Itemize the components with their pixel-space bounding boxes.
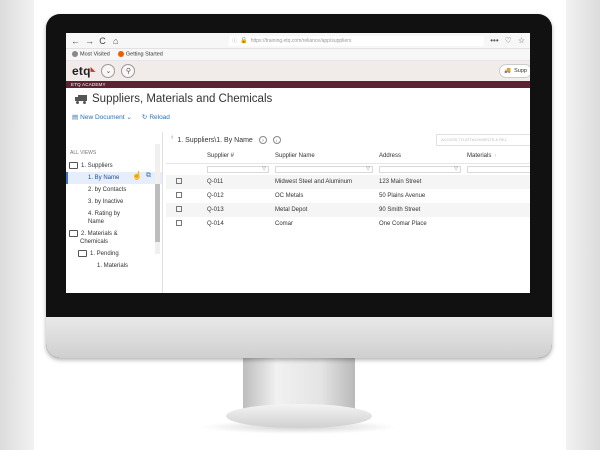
- main-panel: ‹ 1. Suppliers\1. By Name ? i ACCESS TO …: [166, 132, 530, 293]
- column-header-materials[interactable]: Materials ↑: [464, 148, 530, 164]
- table-row[interactable]: Q-012 OC Metals 50 Plains Avenue: [166, 189, 530, 203]
- reload-view-button[interactable]: ↻ Reload: [142, 113, 170, 121]
- refresh-icon: ↻: [141, 113, 148, 121]
- page-title: Suppliers, Materials and Chemicals: [92, 93, 273, 105]
- bookmark-most-visited[interactable]: Most Visited: [72, 51, 110, 58]
- menu-chevron-button[interactable]: ⌄: [101, 64, 116, 78]
- sidebar-item-pending[interactable]: 1. Pending: [66, 248, 162, 260]
- filter-input-supplier-number[interactable]: ▽: [207, 166, 269, 173]
- bookmark-star-icon[interactable]: ☆: [518, 36, 525, 45]
- filter-input-supplier-name[interactable]: ▽: [275, 166, 373, 173]
- firefox-icon: [117, 51, 124, 58]
- column-header-supplier-name[interactable]: Supplier Name: [272, 148, 376, 164]
- data-grid: Supplier # Supplier Name Address Materia…: [166, 148, 530, 293]
- breadcrumb-row: ‹ 1. Suppliers\1. By Name ? i ACCESS TO …: [166, 132, 530, 148]
- page-title-row: Suppliers, Materials and Chemicals: [66, 88, 530, 110]
- row-checkbox[interactable]: [176, 178, 182, 184]
- lock-icon: 🔒: [240, 38, 248, 44]
- reload-button[interactable]: C: [99, 36, 106, 46]
- views-sidebar: ALL VIEWS 1. Suppliers 1. By Name ☝ ⧉ 2.…: [66, 132, 163, 293]
- sidebar-scrollbar[interactable]: [155, 144, 160, 254]
- url-text: https://training.etq.com/reliance/app/su…: [250, 37, 352, 44]
- sidebar-item-by-contacts[interactable]: 2. by Contacts: [66, 184, 162, 196]
- browser-toolbar: ← → C ⌂ ⓘ 🔒 https://training.etq.com/rel…: [66, 33, 530, 49]
- filter-icon[interactable]: ▽: [454, 166, 458, 172]
- folder-icon: [69, 230, 78, 238]
- home-button[interactable]: ⌂: [112, 36, 119, 46]
- screen: ← → C ⌂ ⓘ 🔒 https://training.etq.com/rel…: [66, 33, 530, 293]
- search-icon: ⚲: [125, 68, 131, 75]
- document-icon: ▤: [72, 113, 79, 121]
- truck-icon: [75, 95, 87, 104]
- copy-link-icon[interactable]: ⧉: [146, 172, 151, 180]
- pocket-icon[interactable]: ♡: [505, 36, 512, 45]
- grid-search-input[interactable]: ACCESS TO ATTACHMENTS & REL: [436, 134, 530, 146]
- page-actions-icon[interactable]: •••: [490, 36, 498, 45]
- bookmark-getting-started[interactable]: Getting Started: [117, 51, 163, 58]
- table-row[interactable]: Q-014 Comar One Comar Place: [166, 217, 530, 231]
- monitor-chin: [46, 317, 552, 358]
- scrollbar-thumb[interactable]: [155, 184, 160, 242]
- document-toolbar: ▤ New Document ⌄ ↻ Reload: [66, 110, 530, 123]
- forward-button[interactable]: →: [85, 36, 94, 46]
- content-area: ALL VIEWS 1. Suppliers 1. By Name ☝ ⧉ 2.…: [66, 132, 530, 293]
- sidebar-item-materials-chemicals[interactable]: 2. Materials & Chemicals: [66, 228, 162, 248]
- chevron-down-icon: ⌄: [105, 68, 112, 75]
- filter-icon[interactable]: ▽: [262, 166, 266, 172]
- sidebar-item-suppliers[interactable]: 1. Suppliers: [66, 160, 162, 172]
- column-header-supplier-number[interactable]: Supplier #: [204, 148, 272, 164]
- app-header: etq◣ ⌄ ⚲ 🚚 Supp: [66, 61, 530, 81]
- academy-bar: ETQ ACADEMY: [66, 81, 530, 88]
- sidebar-item-by-inactive[interactable]: 3. by Inactive: [66, 196, 162, 208]
- sidebar-item-by-name[interactable]: 1. By Name ☝ ⧉: [66, 171, 162, 185]
- folder-icon: [78, 250, 87, 258]
- sidebar-item-rating-by-name[interactable]: 4. Rating by Name: [66, 208, 162, 228]
- background-left-shade: [0, 0, 34, 450]
- select-column-header: [166, 148, 204, 164]
- new-document-button[interactable]: ▤ New Document ⌄: [72, 113, 132, 121]
- truck-icon: 🚚: [504, 68, 512, 74]
- row-checkbox[interactable]: [176, 206, 182, 212]
- hand-cursor-icon: ☝: [132, 171, 142, 181]
- chevron-down-icon: ⌄: [126, 113, 132, 121]
- background-right-shade: [566, 0, 600, 450]
- breadcrumb: 1. Suppliers\1. By Name: [177, 136, 253, 144]
- search-button[interactable]: ⚲: [121, 64, 136, 78]
- address-bar[interactable]: ⓘ 🔒 https://training.etq.com/reliance/ap…: [229, 35, 485, 46]
- sort-icon: ↑: [494, 152, 497, 159]
- help-icon[interactable]: ?: [258, 136, 267, 144]
- monitor-stand-neck: [243, 358, 355, 410]
- suppliers-table: Supplier # Supplier Name Address Materia…: [166, 148, 530, 231]
- monitor-stand-base: [226, 404, 372, 428]
- sidebar-item-materials[interactable]: 1. Materials: [66, 260, 162, 272]
- info-icon: ⓘ: [232, 38, 238, 44]
- column-header-address[interactable]: Address: [376, 148, 464, 164]
- row-checkbox[interactable]: [176, 192, 182, 198]
- gear-icon: [72, 51, 78, 58]
- module-pill[interactable]: 🚚 Supp: [499, 64, 530, 78]
- table-row[interactable]: Q-011 Midwest Steel and Aluminum 123 Mai…: [166, 175, 530, 189]
- row-checkbox[interactable]: [176, 220, 182, 226]
- info-icon[interactable]: i: [272, 136, 281, 144]
- folder-icon: [69, 162, 78, 169]
- etq-logo[interactable]: etq◣: [72, 64, 95, 78]
- table-row[interactable]: Q-013 Metal Depot 90 Smith Street: [166, 203, 530, 217]
- filter-input-address[interactable]: ▽: [379, 166, 461, 173]
- back-button[interactable]: ←: [71, 36, 80, 46]
- collapse-chevron-icon[interactable]: ‹: [171, 134, 173, 141]
- filter-icon[interactable]: ▽: [366, 166, 370, 172]
- bookmarks-bar: Most Visited Getting Started: [66, 49, 530, 61]
- filter-input-materials[interactable]: [467, 166, 530, 173]
- all-views-header: ALL VIEWS: [70, 150, 97, 156]
